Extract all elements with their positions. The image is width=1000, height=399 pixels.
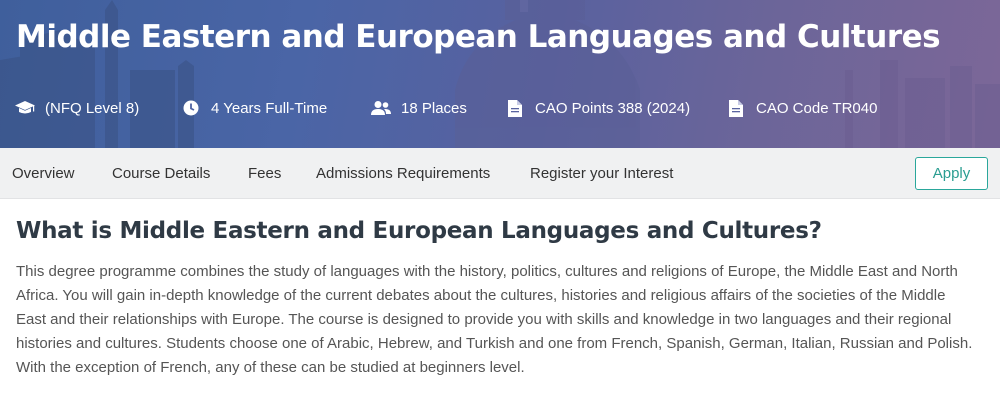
tab-admissions-requirements[interactable]: Admissions Requirements <box>316 148 490 199</box>
course-tab-bar: Overview Course Details Fees Admissions … <box>0 148 1000 199</box>
fact-cao-code: CAO Code TR040 <box>726 96 877 120</box>
fact-label: CAO Code TR040 <box>756 99 878 117</box>
graduation-cap-icon <box>15 98 35 118</box>
fact-cao-points: CAO Points 388 (2024) <box>505 96 690 120</box>
fact-duration: 4 Years Full-Time <box>181 96 327 120</box>
course-facts: (NFQ Level 8) 4 Years Full-Time 18 Place… <box>0 96 1000 120</box>
fact-label: 4 Years Full-Time <box>211 99 328 117</box>
fact-label: 18 Places <box>401 99 467 117</box>
users-icon <box>371 98 391 118</box>
tab-fees[interactable]: Fees <box>248 148 281 199</box>
course-description: This degree programme combines the study… <box>16 263 973 376</box>
tab-register-interest[interactable]: Register your Interest <box>530 148 673 199</box>
document-icon <box>726 98 746 118</box>
course-title: Middle Eastern and European Languages an… <box>16 19 941 55</box>
fact-nfq-level: (NFQ Level 8) <box>15 96 139 120</box>
clock-icon <box>181 98 201 118</box>
course-overview-section: What is Middle Eastern and European Lang… <box>16 218 976 380</box>
fact-label: CAO Points 388 (2024) <box>535 99 691 117</box>
section-heading: What is Middle Eastern and European Lang… <box>16 218 822 244</box>
fact-places: 18 Places <box>371 96 467 120</box>
apply-button[interactable]: Apply <box>915 157 988 190</box>
course-hero-banner: Middle Eastern and European Languages an… <box>0 0 1000 148</box>
document-icon <box>505 98 525 118</box>
tab-overview[interactable]: Overview <box>12 148 75 199</box>
tab-course-details[interactable]: Course Details <box>112 148 210 199</box>
fact-label: (NFQ Level 8) <box>45 99 140 117</box>
